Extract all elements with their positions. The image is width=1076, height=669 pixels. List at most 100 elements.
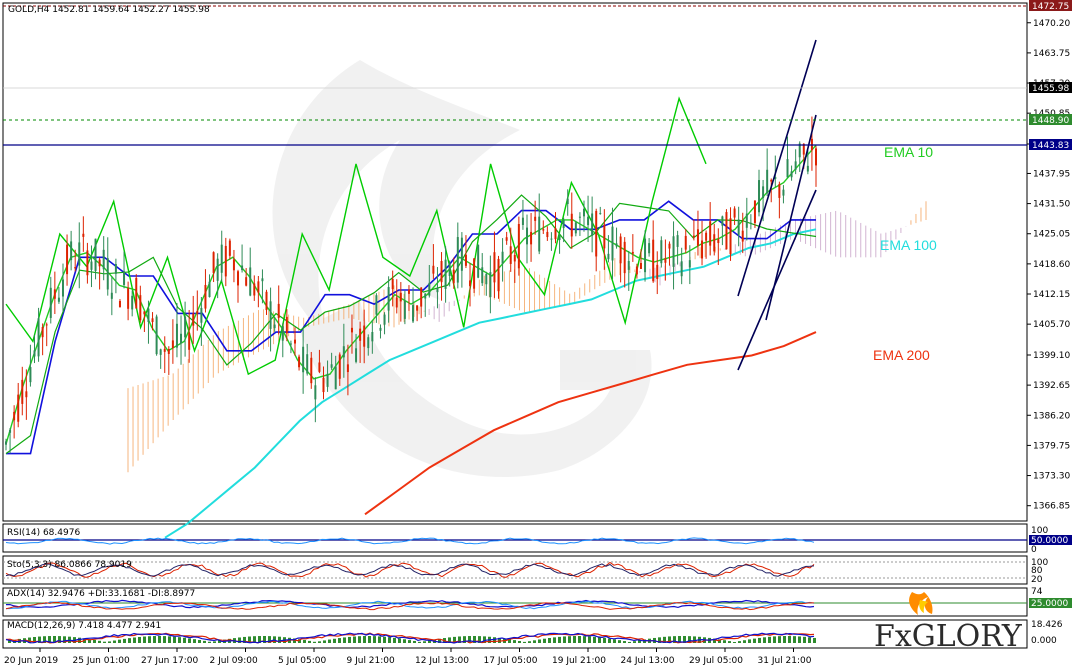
price-tick: 1405.70 [1033, 320, 1070, 330]
macd-bar [738, 641, 741, 643]
macd-bar [808, 637, 811, 643]
time-tick: 25 Jun 01:00 [73, 656, 130, 666]
macd-bar [763, 637, 766, 643]
rsi-title: RSI(14) 68.4976 [7, 528, 80, 538]
candle [245, 277, 248, 286]
candle [395, 297, 398, 308]
macd-bar [328, 639, 331, 643]
candle [648, 243, 651, 254]
candle [212, 252, 215, 273]
candle [595, 210, 598, 257]
macd-bar [388, 637, 391, 643]
candle [452, 269, 455, 284]
candle [159, 349, 162, 355]
candle [656, 264, 659, 280]
macd-level-top: 18.426 [1031, 620, 1063, 630]
macd-bar [593, 636, 596, 643]
candle [37, 318, 40, 357]
candle [220, 244, 223, 273]
candle [45, 324, 48, 326]
candle [346, 364, 349, 373]
candle [578, 216, 581, 218]
candle [635, 266, 638, 275]
macd-bar [743, 640, 746, 643]
macd-bar [343, 637, 346, 643]
price-tick: 1437.95 [1033, 169, 1070, 179]
candle [403, 300, 406, 319]
candle [118, 301, 121, 308]
candle [668, 243, 671, 249]
macd-bar [123, 638, 126, 643]
candle [778, 184, 781, 198]
candle [469, 280, 472, 287]
candle [359, 328, 362, 341]
macd-bar [368, 636, 371, 643]
stoch-title: Sto(5,3,3) 86.0866 78.9019 [7, 560, 132, 570]
candle [676, 235, 679, 247]
candle [257, 281, 260, 293]
logo-text: FxGLORY [874, 619, 1023, 654]
macd-bar [378, 636, 381, 643]
badge-level2: 1443.83 [1032, 141, 1069, 151]
candle [709, 221, 712, 246]
candle [98, 259, 101, 267]
price-tick: 1463.75 [1033, 49, 1070, 59]
macd-bar [523, 641, 526, 643]
rsi-level-100: 100 [1031, 526, 1048, 536]
macd-bar [753, 638, 756, 643]
time-tick: 19 Jul 21:00 [552, 656, 606, 666]
candle [440, 261, 443, 283]
candle [623, 241, 626, 273]
macd-bar [513, 640, 516, 643]
candle [293, 339, 296, 344]
candle [815, 148, 817, 166]
macd-bar [323, 640, 326, 643]
price-tick: 1431.50 [1033, 200, 1070, 210]
candle [167, 348, 170, 354]
macd-bar [183, 637, 186, 643]
candle [135, 277, 138, 309]
candle [587, 216, 590, 226]
candle [806, 165, 809, 172]
candle [74, 267, 77, 269]
macd-bar [803, 636, 806, 643]
candle [424, 293, 427, 299]
candle [420, 287, 423, 307]
time-tick: 12 Jul 13:00 [415, 656, 469, 666]
candle [25, 391, 28, 398]
badge-top: 1472.75 [1032, 2, 1069, 12]
macd-bar [353, 636, 356, 643]
candle [391, 278, 394, 290]
candle [249, 267, 252, 296]
price-tick: 1399.10 [1033, 351, 1070, 361]
price-tick: 1425.05 [1033, 230, 1070, 240]
candle [562, 219, 565, 228]
macd-bar [113, 640, 116, 643]
candle [725, 212, 728, 250]
candle [265, 291, 268, 311]
adx-level-25: 25.0000 [1031, 599, 1068, 609]
candle [444, 259, 447, 289]
candle [631, 251, 634, 254]
macd-bar [98, 640, 101, 643]
macd-bar [543, 638, 546, 643]
macd-bar [208, 641, 211, 643]
candle [200, 307, 203, 323]
candle [489, 272, 492, 298]
candle [9, 429, 12, 433]
candle [143, 311, 146, 315]
candle [497, 258, 500, 292]
candle [766, 169, 769, 194]
time-tick: 2 Jul 09:00 [210, 656, 259, 666]
chart-header: GOLD,H4 1452.81 1459.64 1452.27 1455.98 [8, 5, 210, 15]
candle [688, 260, 691, 268]
candle [314, 385, 317, 400]
candle [298, 356, 301, 368]
candle [737, 219, 740, 235]
macd-bar [563, 636, 566, 643]
candle [277, 303, 280, 318]
candle [253, 283, 256, 296]
macd-bar [213, 641, 216, 643]
candle [591, 213, 594, 236]
candle [749, 222, 752, 224]
